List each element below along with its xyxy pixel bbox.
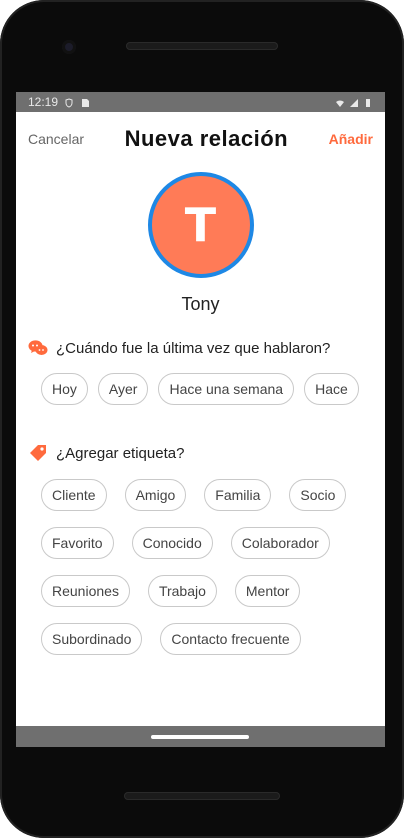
chip-conocido[interactable]: Conocido — [131, 527, 213, 559]
chip-favorito[interactable]: Favorito — [41, 527, 114, 559]
tags-row-4: Subordinado Contacto frecuente — [41, 623, 373, 655]
last-talk-section: ¿Cuándo fue la última vez que hablaron? … — [16, 339, 385, 405]
tags-row-3: Reuniones Trabajo Mentor — [41, 575, 373, 607]
chip-colaborador[interactable]: Colaborador — [230, 527, 330, 559]
chip-amigo[interactable]: Amigo — [124, 479, 187, 511]
chip-socio[interactable]: Socio — [289, 479, 347, 511]
wifi-icon — [335, 97, 345, 107]
chip-cliente[interactable]: Cliente — [41, 479, 107, 511]
signal-icon — [349, 97, 359, 107]
contact-header: T Tony — [16, 172, 385, 315]
earpiece-speaker — [126, 42, 278, 50]
avatar-initial: T — [184, 198, 217, 252]
last-talk-title: ¿Cuándo fue la última vez que hablaron? — [28, 339, 373, 357]
chip-reuniones[interactable]: Reuniones — [41, 575, 130, 607]
status-left: 12:19 — [28, 95, 90, 109]
status-time: 12:19 — [28, 95, 59, 109]
front-camera — [62, 40, 76, 54]
app-screen: 12:19 Cancelar Nueva relación Añadir T T… — [16, 92, 385, 747]
chat-icon — [28, 339, 48, 357]
tags-row-2: Favorito Conocido Colaborador — [41, 527, 373, 559]
tags-section: ¿Agregar etiqueta? Cliente Amigo Familia… — [16, 443, 385, 655]
tags-title: ¿Agregar etiqueta? — [28, 443, 373, 463]
tags-question: ¿Agregar etiqueta? — [56, 444, 185, 462]
shield-icon — [64, 97, 74, 108]
bottom-speaker — [124, 792, 280, 800]
status-bar: 12:19 — [16, 92, 385, 112]
chip-hoy[interactable]: Hoy — [41, 373, 88, 405]
chip-mentor[interactable]: Mentor — [234, 575, 301, 607]
chip-subordinado[interactable]: Subordinado — [41, 623, 143, 655]
cancel-button[interactable]: Cancelar — [28, 131, 84, 147]
page-title: Nueva relación — [124, 126, 289, 151]
battery-icon — [363, 97, 373, 107]
chip-ayer[interactable]: Ayer — [97, 373, 149, 405]
chip-hace[interactable]: Hace — [304, 373, 359, 405]
last-talk-question: ¿Cuándo fue la última vez que hablaron? — [56, 339, 331, 357]
chip-hace-una-semana[interactable]: Hace una semana — [158, 373, 295, 405]
home-gesture-handle[interactable] — [151, 735, 249, 739]
contact-name: Tony — [181, 294, 220, 314]
top-app-bar: Cancelar Nueva relación Añadir — [16, 112, 385, 166]
tags-row-1: Cliente Amigo Familia Socio — [41, 479, 373, 511]
chip-trabajo[interactable]: Trabajo — [147, 575, 217, 607]
add-button[interactable]: Añadir — [329, 131, 373, 147]
chip-contacto-frecuente[interactable]: Contacto frecuente — [160, 623, 301, 655]
status-right — [335, 97, 373, 107]
last-talk-options: Hoy Ayer Hace una semana Hace — [28, 373, 373, 405]
tags-grid: Cliente Amigo Familia Socio Favorito Con… — [28, 479, 373, 655]
chip-familia[interactable]: Familia — [204, 479, 272, 511]
tag-icon — [28, 443, 48, 463]
system-nav-bar — [16, 726, 385, 747]
avatar[interactable]: T — [147, 172, 254, 278]
sd-card-icon — [80, 97, 90, 107]
